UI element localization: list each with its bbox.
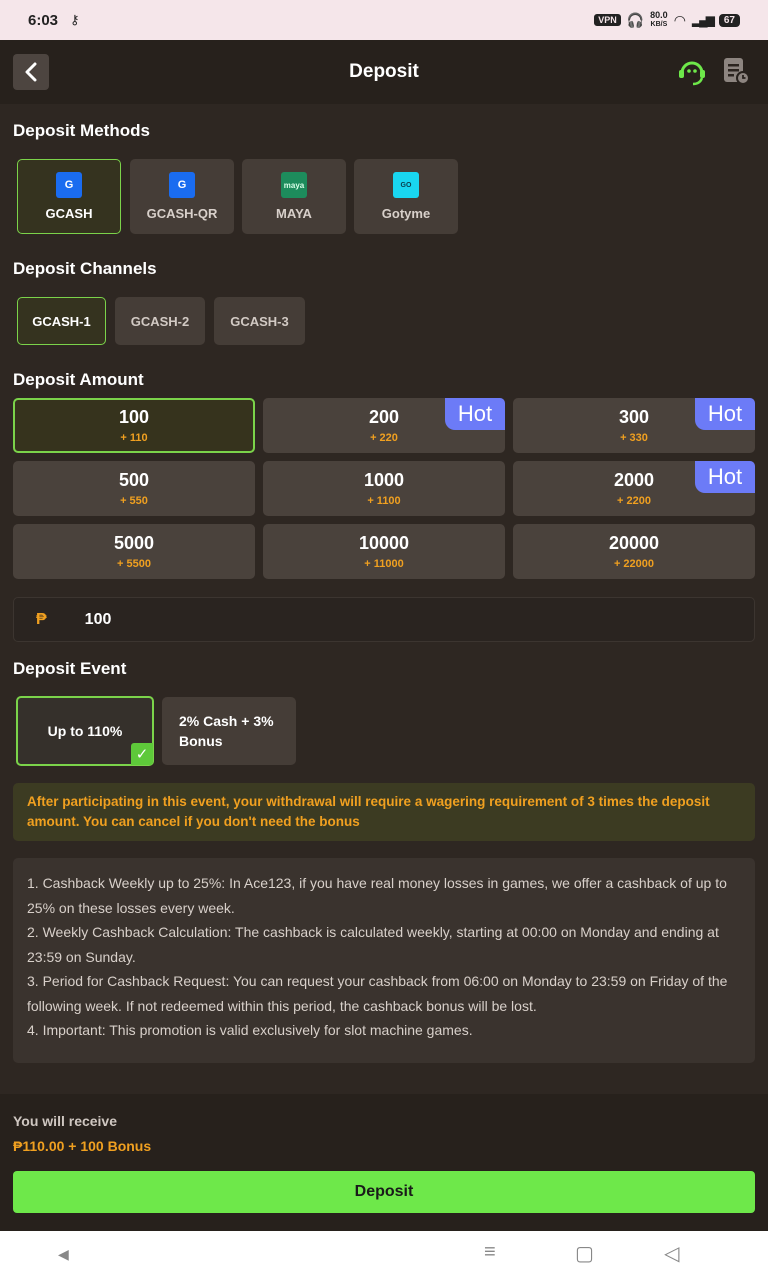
status-bar: 6:03 ⚷ VPN 🎧 80.0 KB/S ◠ ▂▄▆ 67 bbox=[0, 0, 768, 40]
method-gotyme[interactable]: GO Gotyme bbox=[354, 159, 458, 234]
vpn-badge: VPN bbox=[594, 14, 621, 26]
method-label: Gotyme bbox=[381, 206, 431, 221]
promotion-rules: 1. Cashback Weekly up to 25%: In Ace123,… bbox=[13, 858, 755, 1063]
receive-value: ₱110.00 + 100 Bonus bbox=[13, 1138, 152, 1154]
event-label: Up to 110% bbox=[47, 723, 123, 739]
method-gcash[interactable]: G GCASH bbox=[17, 159, 121, 234]
deposit-form: Deposit Methods G GCASH G GCASH-QR maya … bbox=[0, 104, 768, 1094]
event-up-to-110[interactable]: Up to 110% ✓ bbox=[16, 696, 154, 766]
back-button[interactable] bbox=[13, 54, 49, 90]
amount-option[interactable]: Hot 200 + 220 bbox=[263, 398, 505, 453]
deposit-methods-title: Deposit Methods bbox=[13, 121, 150, 140]
method-maya[interactable]: maya MAYA bbox=[242, 159, 346, 234]
event-cash-bonus[interactable]: 2% Cash + 3% Bonus bbox=[162, 697, 296, 765]
rule-item: 1. Cashback Weekly up to 25%: In Ace123,… bbox=[27, 875, 727, 916]
app-header: Deposit bbox=[0, 40, 768, 104]
amount-option[interactable]: 1000 + 1100 bbox=[263, 461, 505, 516]
status-time: 6:03 bbox=[28, 11, 59, 29]
gcash-logo-icon: G bbox=[56, 172, 82, 198]
deposit-footer: You will receive ₱110.00 + 100 Bonus Dep… bbox=[0, 1094, 768, 1231]
deposit-amount-title: Deposit Amount bbox=[13, 370, 144, 389]
event-label-line2: Bonus bbox=[179, 733, 223, 749]
home-icon[interactable]: ▢ bbox=[575, 1241, 594, 1266]
nav-hide-icon[interactable]: ◀ bbox=[58, 1246, 69, 1263]
amount-option[interactable]: Hot 300 + 330 bbox=[513, 398, 755, 453]
signal-icon: ▂▄▆ bbox=[691, 13, 715, 27]
amount-input-row: ₱ bbox=[13, 597, 755, 642]
menu-icon[interactable]: ≡ bbox=[484, 1241, 496, 1264]
channel-gcash-3[interactable]: GCASH-3 bbox=[214, 297, 305, 345]
back-nav-icon[interactable]: ◁ bbox=[664, 1241, 679, 1266]
amount-option[interactable]: 20000 + 22000 bbox=[513, 524, 755, 579]
amount-option[interactable]: 10000 + 11000 bbox=[263, 524, 505, 579]
customer-support-icon[interactable] bbox=[676, 57, 708, 87]
deposit-record-icon[interactable] bbox=[722, 56, 750, 86]
page-title: Deposit bbox=[349, 61, 419, 82]
wifi-icon: ◠ bbox=[673, 11, 686, 28]
amount-input[interactable] bbox=[84, 610, 285, 629]
system-nav-bar: ◀ ≡ ▢ ◁ bbox=[0, 1231, 768, 1280]
channel-gcash-2[interactable]: GCASH-2 bbox=[115, 297, 205, 345]
amount-option[interactable]: 500 + 550 bbox=[13, 461, 255, 516]
receive-label: You will receive bbox=[13, 1113, 118, 1129]
checkmark-icon: ✓ bbox=[131, 743, 153, 765]
method-gcash-qr[interactable]: G GCASH-QR bbox=[130, 159, 234, 234]
hot-badge: Hot bbox=[695, 398, 755, 430]
method-label: MAYA bbox=[276, 206, 312, 221]
deposit-channels-title: Deposit Channels bbox=[13, 259, 157, 278]
hot-badge: Hot bbox=[695, 461, 755, 493]
hot-badge: Hot bbox=[445, 398, 505, 430]
status-icons: VPN 🎧 80.0 KB/S ◠ ▂▄▆ 67 bbox=[594, 11, 740, 29]
rule-item: 3. Period for Cashback Request: You can … bbox=[27, 973, 728, 1014]
headphones-icon: 🎧 bbox=[626, 11, 645, 28]
deposit-event-title: Deposit Event bbox=[13, 659, 127, 678]
wagering-warning: After participating in this event, your … bbox=[13, 783, 755, 841]
gcash-logo-icon: G bbox=[169, 172, 195, 198]
peso-icon: ₱ bbox=[36, 610, 47, 628]
event-label-line1: 2% Cash + 3% bbox=[179, 713, 274, 729]
amount-option[interactable]: 5000 + 5500 bbox=[13, 524, 255, 579]
deposit-button[interactable]: Deposit bbox=[13, 1171, 755, 1213]
chevron-left-icon bbox=[25, 62, 37, 82]
rule-item: 2. Weekly Cashback Calculation: The cash… bbox=[27, 924, 719, 965]
rule-item: 4. Important: This promotion is valid ex… bbox=[27, 1022, 473, 1038]
key-icon: ⚷ bbox=[70, 12, 80, 27]
amount-option[interactable]: 100 + 110 bbox=[13, 398, 255, 453]
method-label: GCASH bbox=[45, 206, 93, 221]
amount-option[interactable]: Hot 2000 + 2200 bbox=[513, 461, 755, 516]
method-label: GCASH-QR bbox=[146, 206, 218, 221]
gotyme-logo-icon: GO bbox=[393, 172, 419, 198]
network-speed: 80.0 KB/S bbox=[650, 10, 668, 29]
channel-gcash-1[interactable]: GCASH-1 bbox=[17, 297, 106, 345]
battery-indicator: 67 bbox=[718, 13, 740, 27]
maya-logo-icon: maya bbox=[281, 172, 307, 198]
